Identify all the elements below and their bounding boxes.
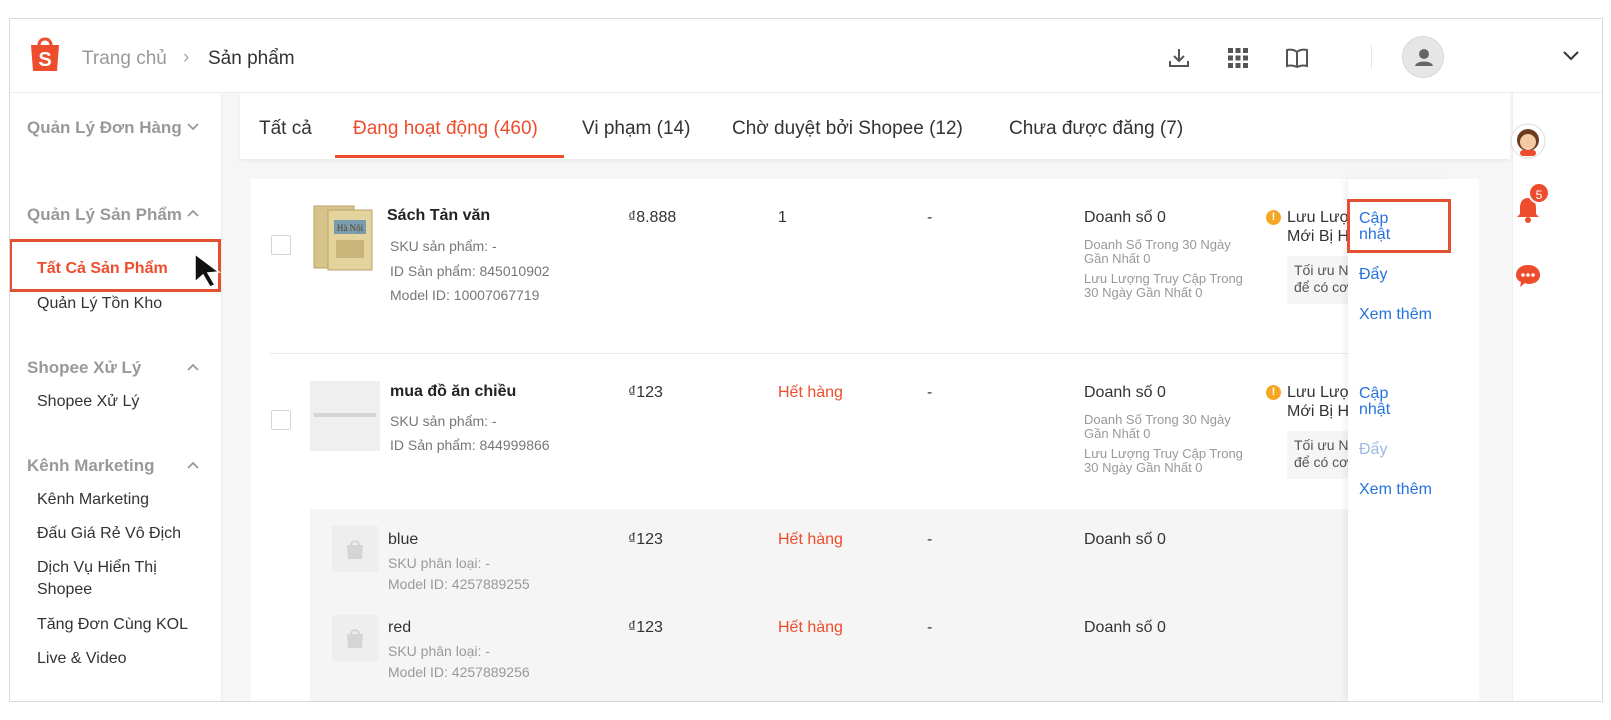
variant-price: ₫123 [628,619,663,636]
sales-30d: Doanh Số Trong 30 Ngày Gần Nhất 0 [1084,412,1231,441]
shopee-logo[interactable]: S [27,33,63,73]
tab-pending-review[interactable]: Chờ duyệt bởi Shopee (12) [732,118,963,140]
variant-sales: Doanh số 0 [1084,619,1166,636]
variant-model-id: Model ID: 4257889255 [388,576,530,592]
breadcrumb-home[interactable]: Trang chủ [82,48,167,70]
product-checkbox[interactable] [271,235,291,255]
chevron-up-icon[interactable] [186,362,200,372]
highlight-box-update [1347,199,1451,253]
tab-active[interactable]: Đang hoạt động (460) [353,118,538,140]
tab-all[interactable]: Tất cả [259,118,312,140]
product-stock: 1 [778,209,787,226]
sidebar-item-inventory[interactable]: Quản Lý Tồn Kho [37,293,207,315]
chevron-up-icon[interactable] [186,208,200,218]
status-tabs: Tất cả Đang hoạt động (460) Vi phạm (14)… [240,93,1510,159]
variant-sku: SKU phân loại: - [388,643,490,659]
product-checkbox[interactable] [271,410,291,430]
product-thumbnail[interactable] [310,381,380,451]
variant-promo: - [927,531,933,548]
push-link[interactable]: Đẩy [1359,267,1387,283]
row-divider [270,353,1425,354]
product-stock: Hết hàng [778,384,843,401]
product-id: ID Sản phẩm: 845010902 [390,263,550,279]
variant-model-id: Model ID: 4257889256 [388,664,530,680]
product-price: ₫8.888 [628,209,677,226]
svg-text:Hà Nội: Hà Nội [337,223,364,233]
product-sku: SKU sản phẩm: - [390,238,497,254]
highlight-box-sidebar [10,239,221,292]
user-icon [1415,49,1433,66]
sidebar-section-marketing[interactable]: Kênh Marketing [27,455,187,477]
product-promo: - [927,209,933,226]
product-sku: SKU sản phẩm: - [390,413,497,429]
apps-grid-icon[interactable] [1225,45,1251,71]
product-name[interactable]: Sách Tản văn [387,207,490,225]
download-icon[interactable] [1166,45,1192,71]
active-tab-indicator [335,155,564,158]
sidebar-item-display-ads[interactable]: Dịch Vụ Hiển Thị Shopee [37,557,177,601]
update-link-label: Cập nhật [1359,385,1391,418]
warning-icon: ! [1266,210,1281,225]
traffic-30d: Lưu Lượng Truy Cập Trong 30 Ngày Gần Nhấ… [1084,271,1243,300]
product-thumbnail[interactable]: Hà Nội [310,202,380,274]
chat-icon[interactable] [1513,262,1543,290]
chevron-down-icon[interactable] [186,122,200,132]
breadcrumb-separator: › [183,47,190,68]
warning-icon: ! [1266,385,1281,400]
notification-badge: 5 [1528,182,1550,204]
mouse-cursor-icon [194,252,222,288]
sidebar-item-live-video[interactable]: Live & Video [37,648,207,670]
placeholder-bag-icon [332,615,378,661]
traffic-30d: Lưu Lượng Truy Cập Trong 30 Ngày Gần Nhấ… [1084,446,1243,475]
product-promo: - [927,384,933,401]
variant-name: blue [388,531,419,548]
model-id: Model ID: 10007067719 [390,287,540,303]
sales-30d: Doanh Số Trong 30 Ngày Gần Nhất 0 [1084,237,1231,266]
product-price: ₫123 [628,384,663,401]
sidebar-section-products[interactable]: Quản Lý Sản Phẩm [27,204,187,226]
app-window: S Trang chủ › Sản phẩm Quản Lý Đơn Hàng … [9,18,1603,702]
product-sales: Doanh số 0 [1084,384,1166,401]
sidebar-item-kol[interactable]: Tăng Đơn Cùng KOL [37,614,207,636]
sidebar-section-shopee-handle[interactable]: Shopee Xử Lý [27,357,187,379]
tab-violation[interactable]: Vi phạm (14) [582,118,690,140]
placeholder-bag-icon [332,526,378,572]
product-sales: Doanh số 0 [1084,209,1166,226]
variant-promo: - [927,619,933,636]
top-header: S Trang chủ › Sản phẩm [10,19,1602,93]
right-rail [1512,93,1602,701]
sidebar-item-shopee-handle[interactable]: Shopee Xử Lý [37,391,207,413]
svg-text:S: S [38,49,51,71]
variant-stock: Hết hàng [778,619,843,636]
header-divider [1371,45,1372,69]
book-icon[interactable] [1284,45,1310,71]
push-link-disabled: Đẩy [1359,441,1388,458]
update-link[interactable]: Cập nhật [1359,386,1399,418]
variant-name: red [388,619,412,636]
sidebar-item-auction[interactable]: Đấu Giá Rẻ Vô Địch [37,523,207,545]
variant-stock: Hết hàng [778,531,843,548]
sidebar-item-marketing[interactable]: Kênh Marketing [37,489,207,511]
chevron-up-icon[interactable] [186,460,200,470]
variant-price: ₫123 [628,531,663,548]
chevron-down-icon[interactable] [1562,49,1580,63]
product-id: ID Sản phẩm: 844999866 [390,437,550,453]
sidebar-section-orders[interactable]: Quản Lý Đơn Hàng [27,117,187,139]
more-link[interactable]: Xem thêm [1359,482,1432,498]
variant-sales: Doanh số 0 [1084,531,1166,548]
user-avatar[interactable] [1402,36,1444,78]
breadcrumb-current: Sản phẩm [208,48,295,69]
variant-sku: SKU phân loại: - [388,555,490,571]
assistant-avatar[interactable] [1510,123,1546,159]
tab-unpublished[interactable]: Chưa được đăng (7) [1009,118,1183,140]
product-name[interactable]: mua đồ ăn chiều [390,383,516,401]
more-link[interactable]: Xem thêm [1359,307,1432,323]
